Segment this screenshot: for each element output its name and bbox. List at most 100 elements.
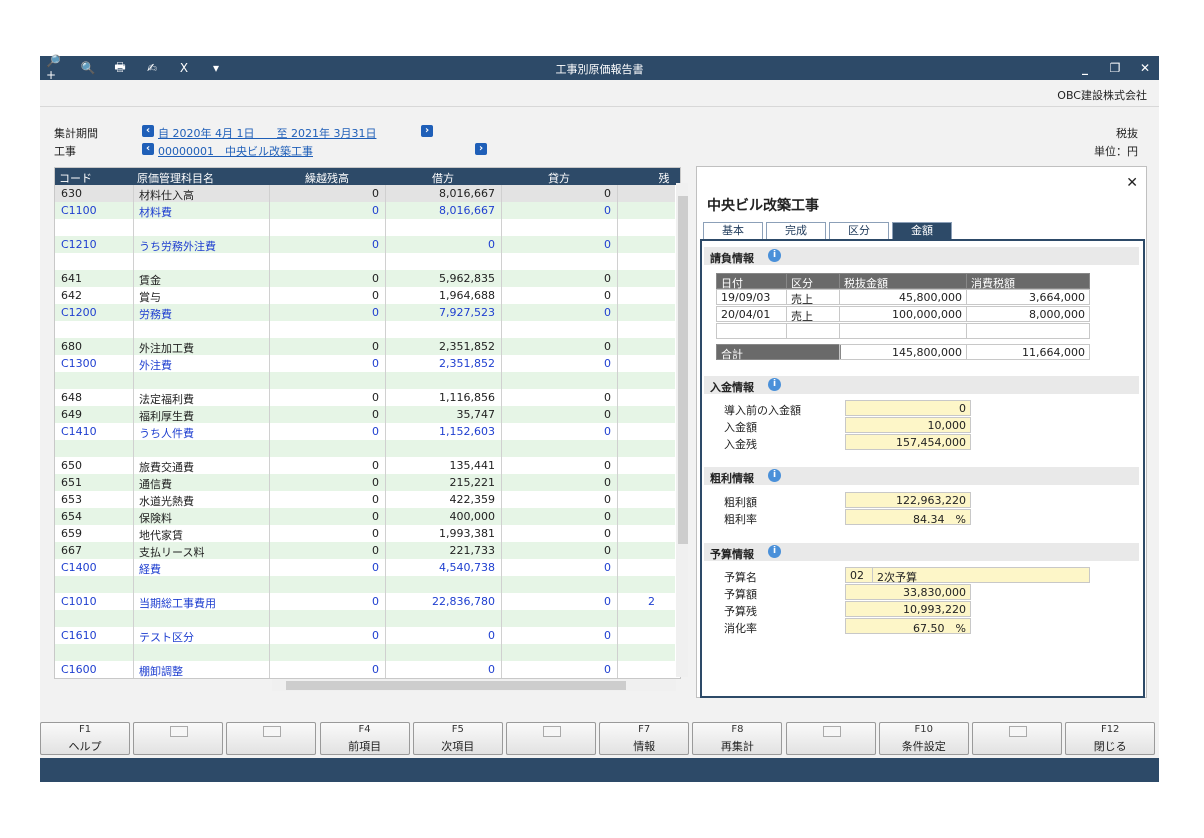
table-row[interactable]: C1210 うち労務外注費 0 0 0 [55, 236, 675, 253]
field-value[interactable]: 10,000 [845, 417, 971, 433]
budget-name-field[interactable]: 2次予算 [872, 567, 1090, 584]
panel-close-icon[interactable]: ✕ [1126, 175, 1138, 191]
fkey-empty-button[interactable] [785, 722, 876, 755]
fkey-placeholder [1009, 726, 1027, 737]
table-cell: 630 [61, 187, 82, 200]
field-value[interactable]: 84.34 % [845, 509, 971, 526]
fkey-empty-button[interactable] [226, 722, 317, 755]
table-vertical-scroll-thumb[interactable] [678, 196, 688, 544]
tab-completion[interactable]: 完成 [766, 222, 826, 239]
info-icon[interactable]: i [768, 249, 781, 262]
table-cell: 福利厚生費 [139, 410, 194, 423]
table-row[interactable] [55, 576, 675, 593]
table-row[interactable]: 680 外注加工費 0 2,351,852 0 [55, 338, 675, 355]
table-row[interactable]: 659 地代家賃 0 1,993,381 0 [55, 525, 675, 542]
field-value[interactable]: 157,454,000 [845, 434, 971, 450]
table-row[interactable]: 653 水道光熱費 0 422,359 0 [55, 491, 675, 508]
table-cell: 外注費 [139, 359, 172, 372]
budget-code-field[interactable]: 02 [845, 567, 873, 583]
fkey-f1-button[interactable]: F1 ヘルプ [40, 722, 130, 755]
field-value[interactable]: 33,830,000 [845, 584, 971, 600]
table-row[interactable]: 630 材料仕入高 0 8,016,667 0 [55, 185, 675, 202]
info-icon[interactable]: i [768, 545, 781, 558]
table-cell: 0 [372, 544, 379, 557]
table-row[interactable]: 654 保険料 0 400,000 0 [55, 508, 675, 525]
fkey-empty-button[interactable] [972, 722, 1062, 755]
table-row[interactable]: C1610 テスト区分 0 0 0 [55, 627, 675, 644]
table-row[interactable] [55, 440, 675, 457]
table-row[interactable]: 667 支払リース料 0 221,733 0 [55, 542, 675, 559]
table-cell: 0 [604, 493, 611, 506]
table-row[interactable] [55, 219, 675, 236]
fkey-f5-button[interactable]: F5 次項目 [412, 722, 503, 755]
table-cell: 0 [604, 408, 611, 421]
table-row[interactable]: 641 賃金 0 5,962,835 0 [55, 270, 675, 287]
minimize-icon[interactable]: _ [1077, 59, 1093, 77]
period-link[interactable]: 自 2020年 4月 1日 至 2021年 3月31日 [158, 125, 376, 141]
table-row[interactable]: C1100 材料費 0 8,016,667 0 [55, 202, 675, 219]
field-value[interactable]: 67.50 % [845, 618, 971, 635]
table-row[interactable] [55, 372, 675, 389]
period-prev-button[interactable]: ‹ [142, 125, 154, 137]
table-cell: 外注加工費 [139, 342, 194, 355]
column-header[interactable]: コード [59, 170, 129, 186]
table-cell: 651 [61, 476, 82, 489]
fkey-empty-button[interactable] [133, 722, 224, 755]
table-row[interactable]: C1400 経費 0 4,540,738 0 [55, 559, 675, 576]
tab-basic[interactable]: 基本 [703, 222, 763, 239]
field-value[interactable]: 10,993,220 [845, 601, 971, 617]
fkey-f4-button[interactable]: F4 前項目 [319, 722, 410, 755]
tab-category[interactable]: 区分 [829, 222, 889, 239]
column-header[interactable]: 借方 [389, 170, 497, 186]
info-icon[interactable]: i [768, 469, 781, 482]
table-row[interactable] [55, 644, 675, 661]
info-icon[interactable]: i [768, 378, 781, 391]
close-icon[interactable]: ✕ [1137, 59, 1153, 77]
table-row[interactable]: 650 旅費交通費 0 135,441 0 [55, 457, 675, 474]
table-row[interactable]: C1300 外注費 0 2,351,852 0 [55, 355, 675, 372]
invoice-cell: 45,800,000 [839, 289, 967, 305]
fkey-f7-button[interactable]: F7 情報 [599, 722, 690, 755]
table-horizontal-scroll-thumb[interactable] [286, 681, 626, 690]
table-cell: 0 [604, 204, 611, 217]
app-window: 🔎+ 🔍 🖶 ✍ X ▾ 工事別原価報告書 _ ❐ ✕ OBC建設株式会社 集計期間 ‹ … [40, 54, 1159, 782]
table-row[interactable]: C1410 うち人件費 0 1,152,603 0 [55, 423, 675, 440]
table-row[interactable] [55, 610, 675, 627]
fkey-f12-button[interactable]: F12 閉じる [1065, 722, 1156, 755]
table-row[interactable]: 642 賞与 0 1,964,688 0 [55, 287, 675, 304]
restore-icon[interactable]: ❐ [1107, 59, 1123, 77]
table-cell: 水道光熱費 [139, 495, 194, 508]
column-header[interactable]: 貸方 [505, 170, 613, 186]
period-label: 集計期間 [54, 127, 98, 140]
table-cell: 400,000 [449, 510, 496, 523]
table-row[interactable]: C1010 当期総工事費用 0 22,836,780 0 2 [55, 593, 675, 610]
table-cell: 0 [604, 459, 611, 472]
fkey-empty-button[interactable] [506, 722, 596, 755]
table-cell: 旅費交通費 [139, 461, 194, 474]
table-row[interactable]: 649 福利厚生費 0 35,747 0 [55, 406, 675, 423]
invoice-cell: 売上 [786, 306, 840, 323]
column-header[interactable]: 繰越残高 [273, 170, 381, 186]
fkey-f8-button[interactable]: F8 再集計 [692, 722, 783, 755]
column-header[interactable]: 原価管理科目名 [137, 170, 265, 186]
project-next-button[interactable]: › [475, 143, 487, 155]
tab-amount[interactable]: 金額 [892, 222, 952, 239]
invoice-cell: 3,664,000 [966, 289, 1090, 305]
column-divider [133, 185, 134, 678]
table-cell: 8,016,667 [439, 204, 495, 217]
table-cell: C1300 [61, 357, 97, 370]
table-cell: 1,964,688 [439, 289, 495, 302]
table-row[interactable] [55, 253, 675, 270]
table-row[interactable]: 651 通信費 0 215,221 0 [55, 474, 675, 491]
fkey-f10-button[interactable]: F10 条件設定 [878, 722, 969, 755]
project-prev-button[interactable]: ‹ [142, 143, 154, 155]
table-row[interactable]: 648 法定福利費 0 1,116,856 0 [55, 389, 675, 406]
project-label: 工事 [54, 145, 76, 158]
table-row[interactable]: C1200 労務費 0 7,927,523 0 [55, 304, 675, 321]
period-next-button[interactable]: › [421, 125, 433, 137]
project-link[interactable]: 00000001 中央ビル改築工事 [158, 143, 313, 159]
field-value[interactable]: 122,963,220 [845, 492, 971, 508]
field-value[interactable]: 0 [845, 400, 971, 416]
table-row[interactable] [55, 321, 675, 338]
table-row[interactable]: C1600 棚卸調整 0 0 0 [55, 661, 675, 678]
